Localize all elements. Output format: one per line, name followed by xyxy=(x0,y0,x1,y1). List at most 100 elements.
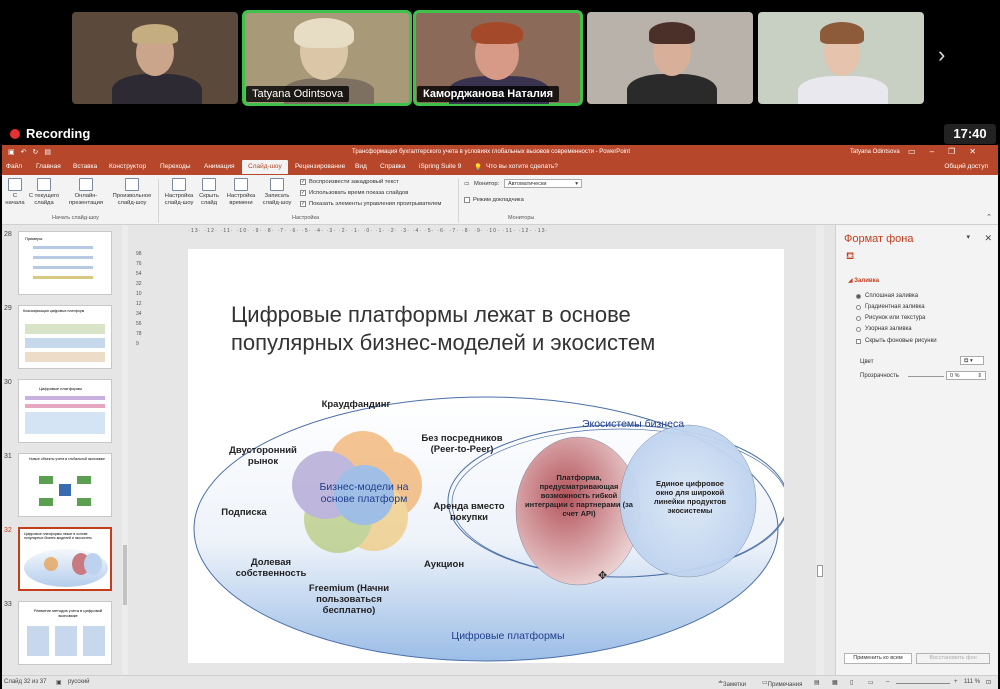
slide-thumbnail-30[interactable]: Цифровые платформы xyxy=(18,379,112,443)
user-name[interactable]: Tatyana Odintsova xyxy=(850,149,900,155)
minimize-icon[interactable]: – xyxy=(930,147,934,156)
comments-button[interactable]: ▭ Примечания xyxy=(762,679,802,688)
setup-show-button[interactable]: Настройка слайд-шоу xyxy=(162,178,196,207)
pattern-fill-radio[interactable]: Узорная заливка xyxy=(856,326,912,332)
gradient-fill-radio[interactable]: Градиентная заливка xyxy=(856,304,925,310)
play-current-icon xyxy=(37,178,51,191)
slide-sorter-icon[interactable]: ▦ xyxy=(832,679,838,686)
custom-show-button[interactable]: Произвольное слайд-шоу xyxy=(110,178,154,207)
presenter-view-checkbox[interactable]: Режим докладчика xyxy=(464,197,524,203)
online-present-button[interactable]: Онлайн-презентация xyxy=(64,178,108,207)
tab-review[interactable]: Рецензирование xyxy=(295,163,345,170)
timings-checkbox[interactable]: ✓ Использовать время показа слайдов xyxy=(300,190,408,196)
present-icon[interactable]: ▤ xyxy=(44,148,51,156)
close-icon[interactable]: ✕ xyxy=(969,147,976,156)
slide-thumbnail-32[interactable]: Цифровые платформы лежат в основе популя… xyxy=(18,527,112,591)
participant-name: Tatyana Odintsova xyxy=(246,86,350,102)
solid-fill-radio[interactable]: Сплошная заливка xyxy=(856,293,918,299)
normal-view-icon[interactable]: ▤ xyxy=(814,679,820,686)
collapse-ribbon-icon[interactable]: ⌃ xyxy=(986,213,992,221)
tab-home[interactable]: Главная xyxy=(36,163,61,170)
monitor-select[interactable]: Автоматически ▾ xyxy=(504,179,582,188)
canvas-scrollbar[interactable] xyxy=(816,225,824,675)
pane-options-icon[interactable]: ▾ xyxy=(966,233,970,241)
slide-thumbnail-29[interactable]: Классификация цифровых платформ xyxy=(18,305,112,369)
tab-animation[interactable]: Анимация xyxy=(204,163,235,170)
powerpoint-window: ▣ ↶ ↻ ▤ Трансформация бухгалтерского уче… xyxy=(2,145,998,689)
save-icon[interactable]: ▣ xyxy=(8,148,15,156)
slide-thumbnail-31[interactable]: Новые объекты учета в глобальной экономи… xyxy=(18,453,112,517)
tab-slideshow[interactable]: Слайд-шоу xyxy=(242,160,288,174)
hide-bg-checkbox[interactable]: Скрыть фоновые рисунки xyxy=(856,338,937,344)
paint-bucket-icon[interactable]: ⛾ xyxy=(846,251,854,264)
tab-transitions[interactable]: Переходы xyxy=(160,163,191,170)
undo-icon[interactable]: ↶ xyxy=(21,148,27,156)
from-current-button[interactable]: С текущего слайда xyxy=(28,178,60,207)
picture-fill-radio[interactable]: Рисунок или текстура xyxy=(856,315,925,321)
video-tile-5[interactable] xyxy=(758,12,924,104)
hide-slide-button[interactable]: Скрыть слайд xyxy=(198,178,220,207)
zoom-in-icon[interactable]: + xyxy=(954,679,958,685)
zoom-level[interactable]: 111 % xyxy=(964,679,980,685)
model-crowdfunding: Краудфандинг xyxy=(321,399,391,410)
ribbon-display-icon[interactable]: ▭ xyxy=(908,147,916,156)
document-title: Трансформация бухгалтерского учета в усл… xyxy=(352,149,630,155)
model-p2p: Без посредников (Peer-to-Peer) xyxy=(421,433,503,455)
custom-show-icon xyxy=(125,178,139,191)
tab-file[interactable]: Файл xyxy=(6,163,22,170)
rehearse-timings-button[interactable]: Настройка времени xyxy=(224,178,258,207)
language-indicator[interactable]: русский xyxy=(68,679,90,685)
notes-button[interactable]: ≐ Заметки xyxy=(718,679,746,688)
tab-help[interactable]: Справка xyxy=(380,163,406,170)
model-auction: Аукцион xyxy=(423,559,465,570)
slide-thumbnail-33[interactable]: Развитие методов учета в цифровой эконом… xyxy=(18,601,112,665)
group-setup-label: Настройка xyxy=(292,215,320,221)
media-controls-checkbox[interactable]: ✓ Показать элементы управления проигрыват… xyxy=(300,201,441,207)
video-tile-3[interactable]: Каморджанова Наталия xyxy=(413,10,583,106)
tab-design[interactable]: Конструктор xyxy=(109,163,146,170)
window-controls: ▭ – ❐ ✕ xyxy=(908,147,976,156)
transparency-slider[interactable] xyxy=(908,376,944,377)
slideshow-view-icon[interactable]: ▭ xyxy=(868,679,874,686)
vertical-ruler: 9876543210123456789 xyxy=(136,251,142,347)
tab-insert[interactable]: Вставка xyxy=(73,163,97,170)
restore-icon[interactable]: ❐ xyxy=(948,147,955,156)
next-page-icon[interactable]: › xyxy=(938,44,945,66)
spellcheck-icon[interactable]: ▣ xyxy=(56,679,62,686)
eco-title: Экосистемы бизнеса xyxy=(581,418,685,430)
cursor-icon: ✥ xyxy=(598,570,608,582)
zoom-out-icon[interactable]: – xyxy=(886,679,889,685)
record-show-button[interactable]: Записать слайд-шоу xyxy=(260,178,294,207)
model-rent: Аренда вместо покупки xyxy=(433,501,505,523)
apply-to-all-button[interactable]: Применить ко всем xyxy=(844,653,912,664)
redo-icon[interactable]: ↻ xyxy=(33,148,39,156)
eco-right-text: Единое цифровое окно для широкой линейки… xyxy=(653,479,727,515)
reading-view-icon[interactable]: ▯ xyxy=(850,679,853,686)
tell-me-search[interactable]: Что вы хотите сделать? xyxy=(486,163,558,170)
model-equity: Долевая собственность xyxy=(235,557,307,579)
tab-ispring[interactable]: iSpring Suite 9 xyxy=(419,163,461,170)
video-tile-1[interactable] xyxy=(72,12,238,104)
video-tile-4[interactable] xyxy=(587,12,753,104)
setup-icon xyxy=(172,178,186,191)
zoom-slider[interactable] xyxy=(896,683,950,684)
fill-section-header[interactable]: ◢ Заливка xyxy=(848,277,879,284)
reset-background-button[interactable]: Восстановить фон xyxy=(916,653,990,664)
transparency-input[interactable]: 0 % ⇕ xyxy=(946,371,986,380)
hide-slide-icon xyxy=(202,178,216,191)
chevron-down-icon: ▾ xyxy=(970,358,973,364)
slide-number: 31 xyxy=(4,453,12,460)
tab-view[interactable]: Вид xyxy=(355,163,367,170)
model-freemium: Freemium (Начни пользоваться бесплатно) xyxy=(308,583,390,616)
share-button[interactable]: Общий доступ xyxy=(944,163,988,170)
color-picker[interactable]: ⛾ ▾ xyxy=(960,356,984,365)
from-start-button[interactable]: С начала xyxy=(4,178,26,207)
narration-checkbox[interactable]: ✓ Воспроизвести закадровый текст xyxy=(300,179,399,185)
fit-slide-icon[interactable]: ⊡ xyxy=(986,679,991,686)
slide-editor: ·13· ·12· ·11· ·10· ·9· ·8· ·7· ·6· ·5· … xyxy=(128,225,824,675)
close-pane-icon[interactable]: ✕ xyxy=(984,233,992,244)
zoom-meeting-window: Tatyana Odintsova Каморджанова Наталия ›… xyxy=(0,0,1000,689)
slide-thumbnail-28[interactable]: Примеры xyxy=(18,231,112,295)
video-tile-2[interactable]: Tatyana Odintsova xyxy=(242,10,412,106)
slide[interactable]: Цифровые платформы лежат в основе популя… xyxy=(188,249,784,663)
